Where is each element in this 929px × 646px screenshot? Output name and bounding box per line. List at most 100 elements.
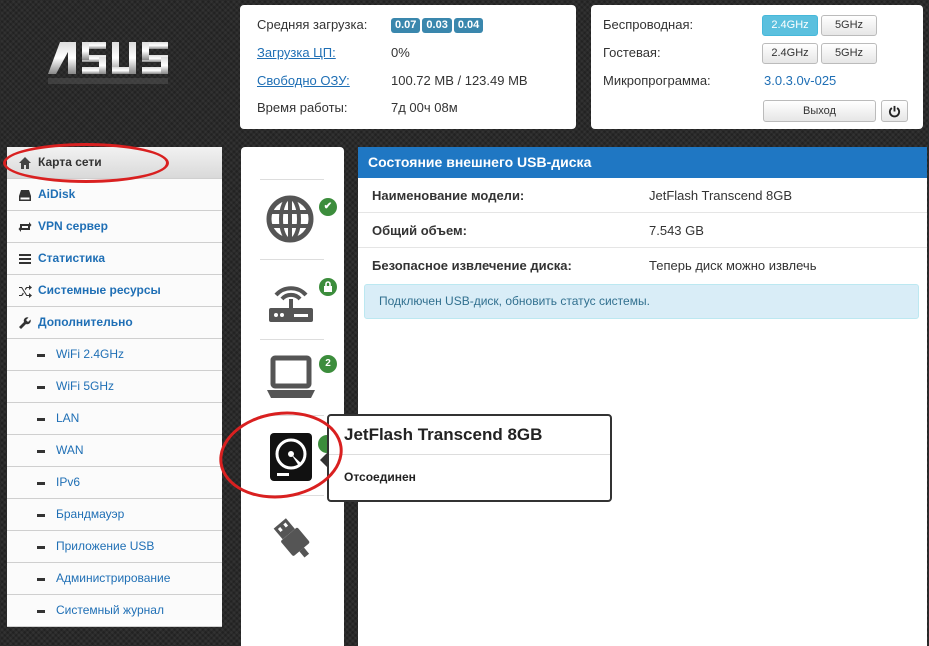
ram-row: Свободно ОЗУ: 100.72 MB / 123.49 MB [240,67,576,95]
menu-item-label: VPN сервер [38,219,108,233]
ram-value: 100.72 MB / 123.49 MB [391,73,528,88]
usb-eject-label: Безопасное извлечение диска: [372,258,572,273]
wireless-5ghz-button[interactable]: 5GHz [821,15,877,36]
usb-model-label: Наименование модели: [372,188,525,203]
laptop-icon [267,355,315,398]
dash-icon [37,546,45,549]
usb-plug-icon [273,518,310,558]
divider [260,339,324,340]
router-icon [269,286,313,322]
guest-5ghz-button[interactable]: 5GHz [821,43,877,64]
load-badge-15: 0.04 [453,18,484,34]
menu-item-advanced[interactable]: Дополнительно [7,307,222,339]
disk-icon [19,190,31,201]
submenu-item-label: LAN [56,411,80,425]
guest-row: Гостевая: 2.4GHz 5GHz [591,39,923,67]
device-icon-column: ✔ 2 [241,147,344,646]
submenu-item-label: WiFi 2.4GHz [56,347,125,361]
usb-connected-alert: Подключен USB-диск, обновить статус сист… [364,284,919,319]
menu-item-label: Системные ресурсы [38,283,161,297]
check-icon: ✔ [319,198,337,216]
system-info-panel: Средняя загрузка: 0.07 0.03 0.04 Загрузка … [240,5,576,129]
submenu-item-administration[interactable]: Администрирование [7,563,222,595]
popover-divider [329,454,610,455]
submenu-item-lan[interactable]: LAN [7,403,222,435]
usb-size-row: Общий объем: 7.543 GB [358,213,927,248]
guest-24ghz-button[interactable]: 2.4GHz [762,43,818,64]
shuffle-icon [19,285,32,298]
dash-icon [37,354,45,357]
load-label: Средняя загрузка: [257,17,368,32]
cpu-row: Загрузка ЦП: 0% [240,39,576,67]
ram-link[interactable]: Свободно ОЗУ: [257,67,350,95]
submenu-item-system-log[interactable]: Системный журнал [7,595,222,627]
globe-icon [266,195,314,243]
reboot-button[interactable] [881,100,908,122]
usb-size-value: 7.543 GB [649,223,704,238]
menu-item-label: Дополнительно [38,315,133,329]
usb-model-value: JetFlash Transcend 8GB [649,188,793,203]
usb-panel-header: Состояние внешнего USB-диска [358,147,927,178]
wireless-row: Беспроводная: 2.4GHz 5GHz [591,11,923,39]
dash-icon [37,578,45,581]
list-icon [19,254,31,264]
asus-logo [48,42,168,84]
submenu-item-label: Приложение USB [56,539,155,553]
usb-port-status[interactable] [267,513,317,566]
submenu-item-firewall[interactable]: Брандмауэр [7,499,222,531]
load-values: 0.07 0.03 0.04 [391,11,485,39]
wireless-24ghz-button[interactable]: 2.4GHz [762,15,818,36]
popover-title: JetFlash Transcend 8GB [344,425,543,444]
load-badge-5: 0.03 [422,18,452,34]
logout-button[interactable]: Выход [763,100,876,122]
annotation-ellipse-menu [3,143,169,183]
menu-item-label: AiDisk [38,187,76,201]
submenu-item-usb-app[interactable]: Приложение USB [7,531,222,563]
clients-status[interactable] [266,354,316,405]
usb-eject-row: Безопасное извлечение диска: Теперь диск… [358,248,927,283]
clients-count-badge: 2 [319,355,337,373]
submenu-item-wifi-24[interactable]: WiFi 2.4GHz [7,339,222,371]
router-status[interactable] [266,275,316,328]
cpu-link[interactable]: Загрузка ЦП: [257,39,336,67]
load-row: Средняя загрузка: 0.07 0.03 0.04 [240,11,576,39]
popover-status: Отсоединен [344,470,416,484]
main-menu: Карта сети AiDisk VPN сервер Статистика … [7,147,222,627]
submenu-item-wan[interactable]: WAN [7,435,222,467]
dash-icon [37,450,45,453]
usb-size-label: Общий объем: [372,223,467,238]
uptime-label: Время работы: [257,100,348,115]
menu-item-statistics[interactable]: Статистика [7,243,222,275]
cpu-value: 0% [391,45,410,60]
internet-status[interactable] [266,195,314,246]
menu-item-vpn-server[interactable]: VPN сервер [7,211,222,243]
divider [260,179,324,180]
firmware-version-link[interactable]: 3.0.3.0v-025 [764,67,836,95]
dash-icon [37,418,45,421]
usb-eject-status: Теперь диск можно извлечь [649,258,817,273]
wireless-panel: Беспроводная: 2.4GHz 5GHz Гостевая: 2.4G… [591,5,923,129]
wireless-label: Беспроводная: [603,17,694,32]
usb-status-panel: Состояние внешнего USB-диска Наименовани… [358,147,927,646]
menu-item-system-resources[interactable]: Системные ресурсы [7,275,222,307]
submenu-item-label: Системный журнал [56,603,164,617]
submenu-item-label: IPv6 [56,475,81,489]
submenu-item-ipv6[interactable]: IPv6 [7,467,222,499]
load-badge-1: 0.07 [391,18,421,34]
submenu-item-wifi-5[interactable]: WiFi 5GHz [7,371,222,403]
dash-icon [37,482,45,485]
submenu-item-label: WAN [56,443,84,457]
firmware-row: Микропрограмма: 3.0.3.0v-025 [591,67,923,95]
power-icon [888,105,901,118]
usb-model-row: Наименование модели: JetFlash Transcend … [358,178,927,213]
guest-label: Гостевая: [603,45,661,60]
uptime-value: 7д 00ч 08м [391,100,458,115]
uptime-row: Время работы: 7д 00ч 08м [240,94,576,122]
dash-icon [37,386,45,389]
menu-item-aidisk[interactable]: AiDisk [7,179,222,211]
firmware-label: Микропрограмма: [603,73,711,88]
divider [260,259,324,260]
wrench-icon [19,317,31,329]
submenu-item-label: Администрирование [56,571,171,585]
dash-icon [37,610,45,613]
